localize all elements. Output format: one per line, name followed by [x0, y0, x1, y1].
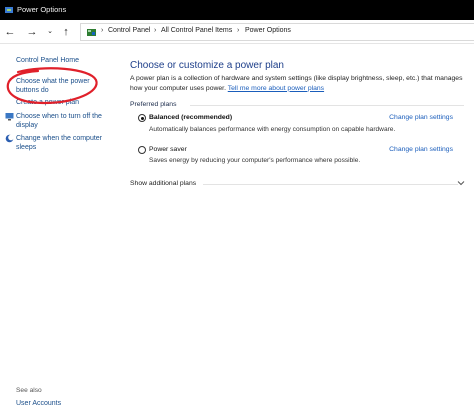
balanced-plan-description: Automatically balances performance with … [149, 126, 396, 133]
power-saver-plan-radio[interactable] [138, 146, 146, 154]
address-bar[interactable]: › Control Panel › All Control Panel Item… [80, 23, 474, 41]
balanced-plan-radio[interactable] [138, 114, 146, 122]
chevron-down-icon[interactable]: ⌄ [43, 25, 57, 39]
section-divider [203, 184, 458, 185]
sidebar-item-sleep[interactable]: Change when the computer sleeps [5, 134, 102, 152]
breadcrumb-all-items[interactable]: All Control Panel Items [161, 27, 232, 34]
breadcrumb-power-options[interactable]: Power Options [245, 27, 291, 34]
chevron-down-icon[interactable] [457, 179, 465, 187]
see-also-heading: See also [16, 387, 42, 394]
power-saver-plan-description: Saves energy by reducing your computer's… [149, 157, 361, 164]
balanced-change-settings-link[interactable]: Change plan settings [389, 114, 453, 121]
balanced-plan-name[interactable]: Balanced (recommended) [149, 114, 232, 121]
breadcrumb-control-panel[interactable]: Control Panel [108, 27, 150, 34]
power-saver-plan-name[interactable]: Power saver [149, 146, 187, 153]
breadcrumb-separator-icon: › [154, 27, 157, 34]
control-panel-icon [87, 29, 96, 36]
sidebar-control-panel-home[interactable]: Control Panel Home [16, 56, 79, 65]
power-saver-change-settings-link[interactable]: Change plan settings [389, 146, 453, 153]
up-arrow-icon[interactable]: ↑ [59, 25, 73, 39]
forward-arrow-icon[interactable]: → [25, 25, 39, 39]
sidebar-item-label: Choose when to turn off the [16, 113, 102, 120]
section-divider [190, 105, 464, 106]
sidebar-item-label: display [16, 122, 38, 129]
breadcrumb-separator-icon: › [101, 27, 104, 34]
learn-more-link[interactable]: Tell me more about power plans [228, 85, 324, 92]
back-arrow-icon[interactable]: ← [3, 25, 17, 39]
page-description: A power plan is a collection of hardware… [130, 74, 466, 93]
page-title: Choose or customize a power plan [130, 60, 284, 71]
preferred-plans-label: Preferred plans [130, 101, 177, 108]
power-options-icon [5, 7, 13, 13]
red-circle-annotation [6, 67, 98, 105]
navigation-bar: ← → ⌄ ↑ › Control Panel › All Control Pa… [0, 20, 474, 44]
window-title: Power Options [17, 5, 67, 14]
sidebar-item-turn-off-display[interactable]: Choose when to turn off the display [5, 112, 102, 130]
title-bar: Power Options [0, 0, 474, 20]
sidebar-item-label: Change when the computer [16, 135, 102, 142]
show-additional-plans[interactable]: Show additional plans [130, 180, 196, 187]
sleep-moon-icon [5, 134, 14, 143]
breadcrumb-separator-icon: › [237, 27, 240, 34]
sidebar-item-label: sleeps [16, 144, 37, 151]
display-icon [5, 113, 14, 121]
user-accounts-link[interactable]: User Accounts [16, 400, 61, 407]
